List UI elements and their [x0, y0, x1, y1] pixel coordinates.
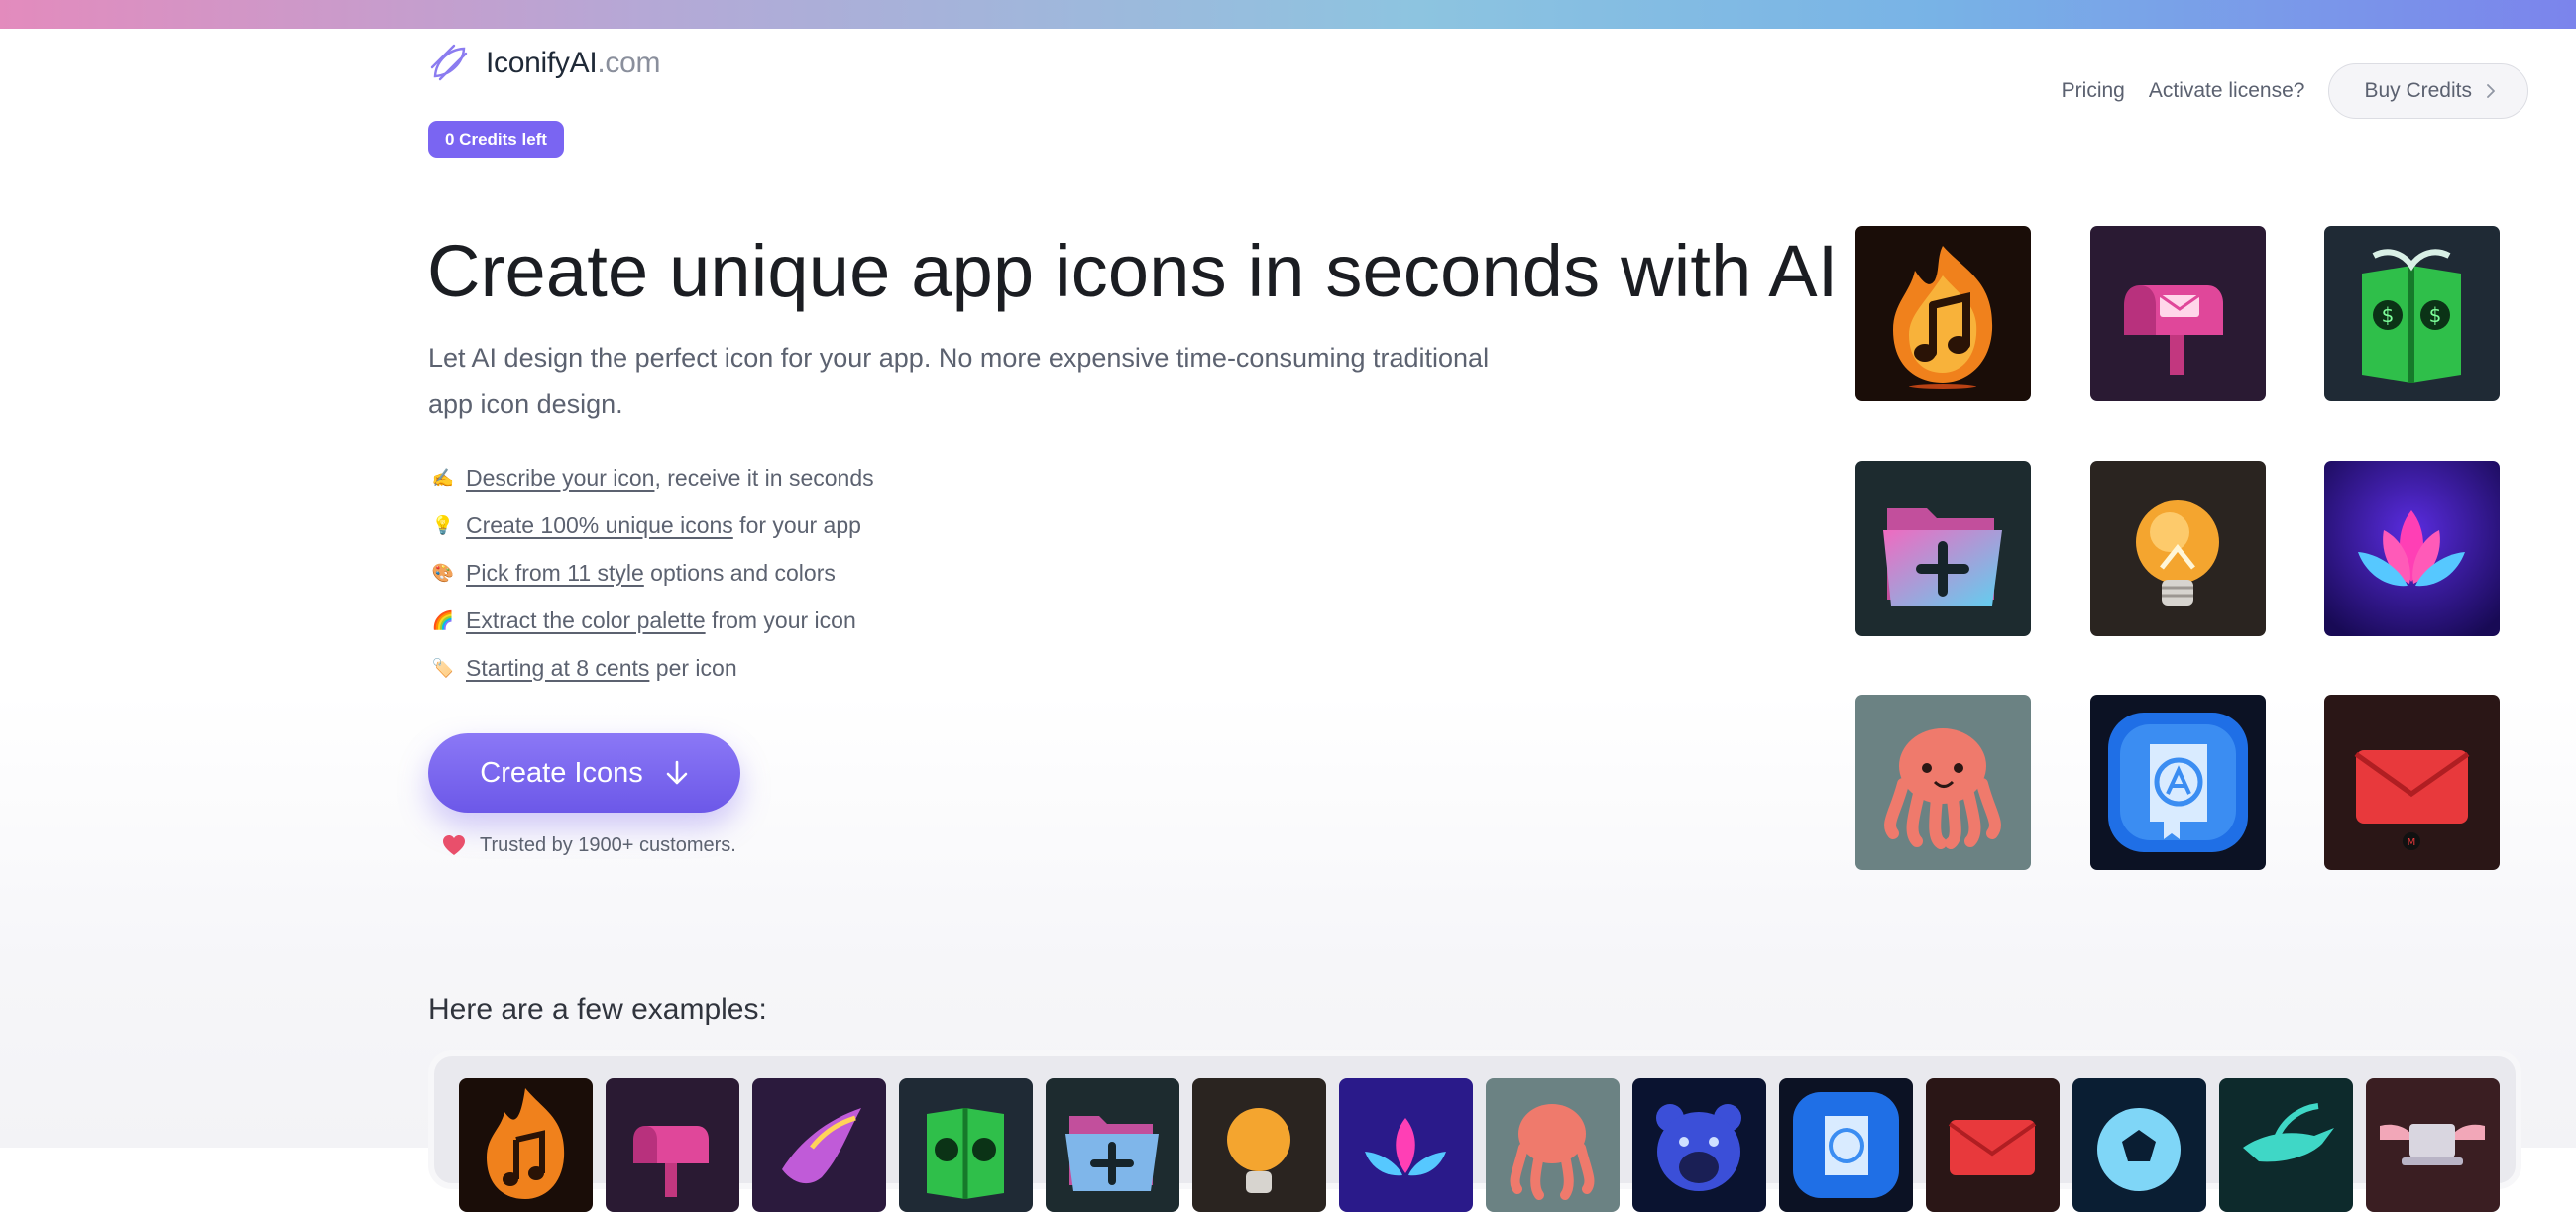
feature-item: 🏷️ Starting at 8 cents per icon	[428, 644, 874, 692]
grid-icon-money-book[interactable]: $ $	[2324, 226, 2500, 401]
examples-title: Here are a few examples:	[428, 993, 767, 1026]
app-store-book-icon	[1779, 1078, 1913, 1212]
heart-icon	[443, 835, 465, 855]
envelope-icon	[1926, 1078, 2060, 1212]
app-store-book-icon	[2090, 695, 2266, 870]
feature-item: 🎨 Pick from 11 style options and colors	[428, 549, 874, 597]
envelope-icon: M	[2324, 695, 2500, 870]
example-tile[interactable]	[1046, 1078, 1179, 1212]
logo-text: IconifyAI.com	[486, 47, 660, 80]
writing-hand-icon: ✍️	[431, 467, 455, 488]
logo-mark-icon	[430, 44, 468, 81]
feature-link-describe[interactable]: Describe your icon	[466, 465, 654, 492]
example-tile[interactable]	[1632, 1078, 1766, 1212]
feature-item: 🌈 Extract the color palette from your ic…	[428, 597, 874, 644]
grid-icon-folder-plus[interactable]	[1855, 461, 2031, 636]
svg-text:$: $	[2382, 303, 2395, 327]
bird-icon	[752, 1078, 886, 1212]
winged-laptop-icon	[2366, 1078, 2500, 1212]
create-icons-label: Create Icons	[480, 756, 643, 789]
example-tile[interactable]	[2366, 1078, 2500, 1212]
chevron-right-icon	[2487, 84, 2495, 98]
grid-icon-lotus[interactable]	[2324, 461, 2500, 636]
nav-pricing-link[interactable]: Pricing	[2062, 79, 2125, 103]
examples-carousel	[428, 1050, 2521, 1189]
money-book-icon	[899, 1078, 1033, 1212]
grid-icon-fire-music[interactable]	[1855, 226, 2031, 401]
fire-music-icon	[1855, 226, 2031, 401]
svg-text:$: $	[2429, 303, 2442, 327]
example-tile[interactable]	[1486, 1078, 1620, 1212]
logo-name: IconifyAI	[486, 47, 598, 79]
example-tile[interactable]	[1192, 1078, 1326, 1212]
light-bulb-icon: 💡	[431, 514, 455, 535]
example-tile[interactable]	[606, 1078, 739, 1212]
arrow-down-icon	[666, 760, 688, 785]
trusted-text: Trusted by 1900+ customers.	[480, 833, 736, 856]
example-tile[interactable]	[899, 1078, 1033, 1212]
grid-icon-light-bulb[interactable]	[2090, 461, 2266, 636]
feature-text: per icon	[649, 654, 737, 681]
example-tile[interactable]	[1339, 1078, 1473, 1212]
money-book-icon: $ $	[2324, 226, 2500, 401]
folder-plus-icon	[1046, 1078, 1179, 1212]
feature-link-palette[interactable]: Extract the color palette	[466, 607, 706, 634]
feature-text: , receive it in seconds	[654, 464, 874, 491]
lotus-icon	[2324, 461, 2500, 636]
example-tile[interactable]	[1779, 1078, 1913, 1212]
logo-tld: .com	[597, 47, 661, 79]
feature-link-styles[interactable]: Pick from 11 style	[466, 560, 644, 587]
buy-credits-label: Buy Credits	[2364, 79, 2472, 102]
grid-icon-app-store-book[interactable]	[2090, 695, 2266, 870]
grid-icon-mailbox[interactable]	[2090, 226, 2266, 401]
octopus-icon	[1486, 1078, 1620, 1212]
nav-activate-license-link[interactable]: Activate license?	[2149, 79, 2305, 103]
example-tile[interactable]	[752, 1078, 886, 1212]
soccer-ball-icon	[2072, 1078, 2206, 1212]
feature-item: 💡 Create 100% unique icons for your app	[428, 501, 874, 549]
example-tile[interactable]	[2219, 1078, 2353, 1212]
feature-text: from your icon	[705, 606, 856, 633]
feature-link-pricing[interactable]: Starting at 8 cents	[466, 655, 649, 682]
example-tile[interactable]	[459, 1078, 593, 1212]
octopus-icon	[1855, 695, 2031, 870]
top-nav: Pricing Activate license? Buy Credits	[2062, 63, 2528, 119]
credits-badge: 0 Credits left	[428, 121, 564, 158]
example-tile[interactable]	[1926, 1078, 2060, 1212]
hero-subtitle: Let AI design the perfect icon for your …	[428, 343, 1490, 419]
folder-plus-icon	[1855, 461, 2031, 636]
example-tile[interactable]	[2072, 1078, 2206, 1212]
light-bulb-icon	[2090, 461, 2266, 636]
feature-text: options and colors	[643, 559, 836, 586]
logo[interactable]: IconifyAI.com	[428, 38, 660, 89]
trusted-note: Trusted by 1900+ customers.	[442, 828, 736, 862]
palette-icon: 🎨	[431, 562, 455, 583]
lotus-icon	[1339, 1078, 1473, 1212]
rainbow-icon: 🌈	[431, 609, 455, 630]
mailbox-icon	[606, 1078, 739, 1212]
light-bulb-icon	[1192, 1078, 1326, 1212]
bear-icon	[1632, 1078, 1766, 1212]
feature-link-unique[interactable]: Create 100% unique icons	[466, 512, 733, 539]
svg-text:M: M	[2408, 837, 2416, 848]
grid-icon-octopus[interactable]	[1855, 695, 2031, 870]
price-tag-icon: 🏷️	[431, 657, 455, 678]
feature-text: for your app	[732, 511, 861, 538]
feature-list: ✍️ Describe your icon , receive it in se…	[428, 454, 874, 692]
top-gradient-bar	[0, 0, 2576, 29]
feature-item: ✍️ Describe your icon , receive it in se…	[428, 454, 874, 501]
create-icons-button[interactable]: Create Icons	[428, 733, 740, 813]
hero-title: Create unique app icons in seconds with …	[427, 230, 1839, 312]
mailbox-icon	[2090, 226, 2266, 401]
grid-icon-envelope[interactable]: M	[2324, 695, 2500, 870]
hummingbird-icon	[2219, 1078, 2353, 1212]
fire-music-icon	[459, 1078, 593, 1212]
buy-credits-button[interactable]: Buy Credits	[2328, 63, 2528, 119]
